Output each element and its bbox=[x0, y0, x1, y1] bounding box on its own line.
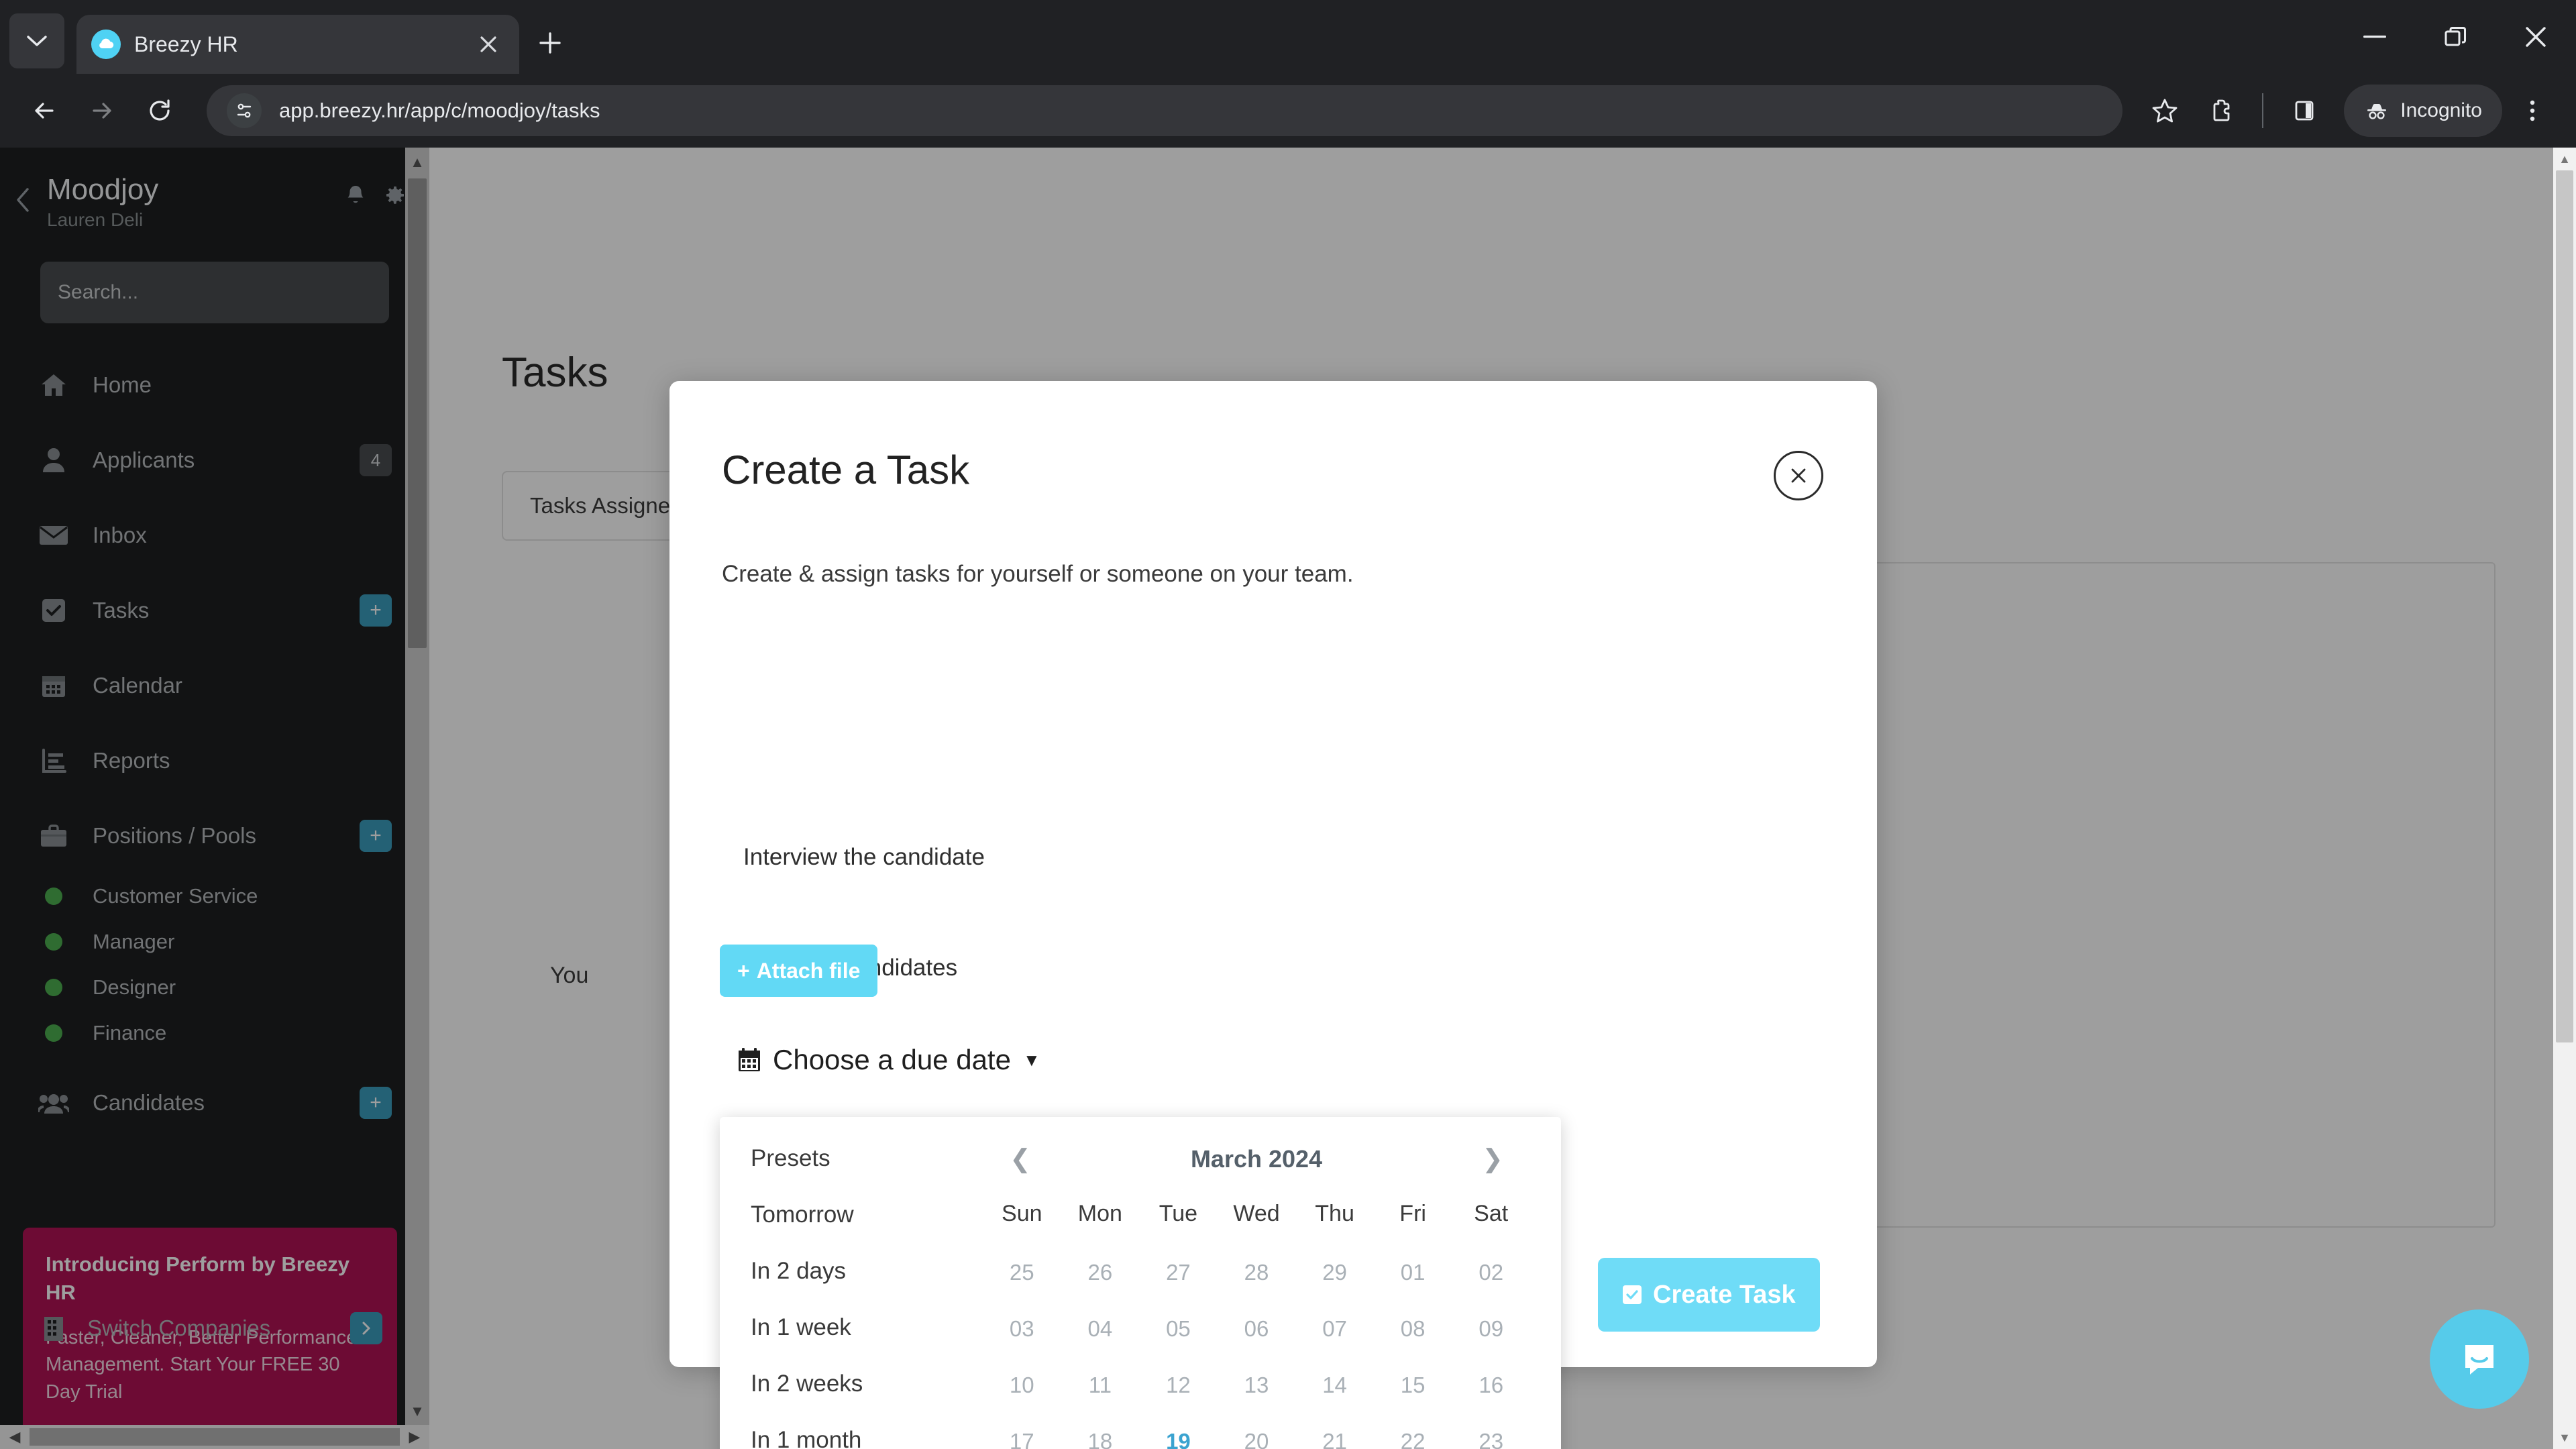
browser-tab[interactable]: Breezy HR bbox=[76, 15, 519, 74]
tab-title: Breezy HR bbox=[134, 32, 238, 56]
calendar-day[interactable]: 03 bbox=[983, 1301, 1061, 1357]
calendar-grid: Sun Mon Tue Wed Thu Fri Sat 25 26 27 28 29 01 02 03 04 0… bbox=[983, 1201, 1530, 1449]
address-bar[interactable]: app.breezy.hr/app/c/moodjoy/tasks bbox=[207, 85, 2123, 136]
star-icon[interactable] bbox=[2139, 85, 2191, 137]
modal-subtitle: Create & assign tasks for yourself or so… bbox=[722, 561, 1354, 587]
calendar-day-name: Thu bbox=[1315, 1201, 1354, 1226]
due-date-picker: Presets Tomorrow In 2 days In 1 week In … bbox=[720, 1117, 1561, 1449]
calendar-icon bbox=[738, 1047, 761, 1073]
calendar-panel: ❮ March 2024 ❯ Sun Mon Tue Wed Thu Fri Sat 25 26… bbox=[976, 1117, 1561, 1449]
date-presets-panel: Presets Tomorrow In 2 days In 1 week In … bbox=[720, 1117, 976, 1449]
scrollbar-thumb[interactable] bbox=[2556, 170, 2573, 1042]
attach-file-label: Attach file bbox=[756, 958, 861, 983]
calendar-day[interactable]: 12 bbox=[1139, 1357, 1218, 1413]
task-description-input[interactable]: Interview candidates bbox=[743, 955, 1803, 981]
window-controls bbox=[2334, 0, 2576, 74]
breezy-cloud-icon bbox=[91, 30, 121, 59]
calendar-day[interactable]: 26 bbox=[1061, 1244, 1140, 1301]
caret-down-icon: ▼ bbox=[1022, 1049, 1040, 1070]
calendar-day[interactable]: 13 bbox=[1218, 1357, 1296, 1413]
scroll-up-arrow-icon[interactable]: ▲ bbox=[2553, 148, 2576, 170]
calendar-day[interactable]: 25 bbox=[983, 1244, 1061, 1301]
calendar-day[interactable]: 11 bbox=[1061, 1357, 1140, 1413]
calendar-day[interactable]: 27 bbox=[1139, 1244, 1218, 1301]
close-circle-icon[interactable] bbox=[1774, 451, 1823, 500]
calendar-day[interactable]: 23 bbox=[1452, 1413, 1530, 1449]
preset-in-2-days[interactable]: In 2 days bbox=[751, 1258, 976, 1285]
calendar-day[interactable]: 07 bbox=[1295, 1301, 1374, 1357]
presets-title: Presets bbox=[751, 1145, 830, 1171]
side-panel-icon[interactable] bbox=[2278, 85, 2330, 137]
calendar-day[interactable]: 10 bbox=[983, 1357, 1061, 1413]
calendar-day[interactable]: 22 bbox=[1374, 1413, 1452, 1449]
next-month-button[interactable]: ❯ bbox=[1472, 1144, 1513, 1174]
calendar-day-name: Fri bbox=[1399, 1201, 1426, 1226]
preset-in-1-week[interactable]: In 1 week bbox=[751, 1314, 976, 1341]
calendar-day[interactable]: 18 bbox=[1061, 1413, 1140, 1449]
calendar-day[interactable]: 29 bbox=[1295, 1244, 1374, 1301]
calendar-day[interactable]: 15 bbox=[1374, 1357, 1452, 1413]
preset-in-1-month[interactable]: In 1 month bbox=[751, 1427, 976, 1449]
calendar-day[interactable]: 14 bbox=[1295, 1357, 1374, 1413]
browser-toolbar: app.breezy.hr/app/c/moodjoy/tasks Incogn… bbox=[0, 74, 2576, 148]
calendar-day[interactable]: 28 bbox=[1218, 1244, 1296, 1301]
close-icon[interactable] bbox=[2496, 0, 2576, 74]
calendar-header: ❮ March 2024 ❯ bbox=[983, 1144, 1530, 1174]
forward-arrow-icon[interactable] bbox=[75, 84, 129, 138]
intercom-chat-icon[interactable] bbox=[2430, 1309, 2529, 1409]
choose-due-date-button[interactable]: Choose a due date ▼ bbox=[738, 1040, 1040, 1080]
prev-month-button[interactable]: ❮ bbox=[1000, 1144, 1040, 1174]
preset-in-2-weeks[interactable]: In 2 weeks bbox=[751, 1371, 976, 1397]
calendar-day-name: Sun bbox=[1002, 1201, 1042, 1226]
new-tab-button[interactable] bbox=[529, 21, 572, 64]
reload-icon[interactable] bbox=[133, 84, 186, 138]
choose-due-date-label: Choose a due date bbox=[773, 1044, 1011, 1075]
calendar-day-name: Sat bbox=[1474, 1201, 1509, 1226]
incognito-indicator[interactable]: Incognito bbox=[2344, 85, 2502, 137]
tab-search-button[interactable] bbox=[9, 13, 64, 68]
calendar-day[interactable]: 05 bbox=[1139, 1301, 1218, 1357]
page-viewport: Tasks Tasks Assigned You Moodjoy Lauren … bbox=[0, 148, 2576, 1449]
incognito-label: Incognito bbox=[2400, 99, 2482, 121]
incognito-hat-icon bbox=[2364, 101, 2390, 120]
calendar-day-name: Tue bbox=[1159, 1201, 1198, 1226]
address-bar-url: app.breezy.hr/app/c/moodjoy/tasks bbox=[279, 99, 600, 122]
calendar-day[interactable]: 06 bbox=[1218, 1301, 1296, 1357]
calendar-day[interactable]: 09 bbox=[1452, 1301, 1530, 1357]
extensions-puzzle-icon[interactable] bbox=[2195, 85, 2247, 137]
calendar-day[interactable]: 16 bbox=[1452, 1357, 1530, 1413]
calendar-day[interactable]: 17 bbox=[983, 1413, 1061, 1449]
page-vertical-scrollbar[interactable]: ▲ ▼ bbox=[2553, 148, 2576, 1449]
page-settings-icon[interactable] bbox=[227, 93, 262, 128]
calendar-day-today[interactable]: 19 bbox=[1139, 1413, 1218, 1449]
three-dot-menu-icon[interactable] bbox=[2506, 85, 2559, 137]
calendar-day-name: Wed bbox=[1233, 1201, 1280, 1226]
modal-title: Create a Task bbox=[722, 447, 970, 492]
create-task-label: Create Task bbox=[1653, 1280, 1796, 1309]
preset-tomorrow[interactable]: Tomorrow bbox=[751, 1201, 976, 1228]
calendar-day[interactable]: 20 bbox=[1218, 1413, 1296, 1449]
calendar-day[interactable]: 21 bbox=[1295, 1413, 1374, 1449]
calendar-day-name: Mon bbox=[1077, 1201, 1122, 1226]
minimize-icon[interactable] bbox=[2334, 0, 2415, 74]
back-arrow-icon[interactable] bbox=[17, 84, 71, 138]
maximize-icon[interactable] bbox=[2415, 0, 2496, 74]
toolbar-divider bbox=[2262, 93, 2264, 128]
create-task-button[interactable]: Create Task bbox=[1598, 1258, 1820, 1332]
plus-icon: + bbox=[737, 958, 750, 983]
calendar-day[interactable]: 02 bbox=[1452, 1244, 1530, 1301]
scroll-down-arrow-icon[interactable]: ▼ bbox=[2553, 1426, 2576, 1449]
tab-strip: Breezy HR bbox=[0, 0, 2576, 74]
calendar-day[interactable]: 04 bbox=[1061, 1301, 1140, 1357]
attach-file-button[interactable]: + Attach file bbox=[720, 945, 878, 997]
task-title-input[interactable]: Interview the candidate bbox=[743, 844, 1803, 871]
calendar-day[interactable]: 01 bbox=[1374, 1244, 1452, 1301]
close-icon[interactable] bbox=[472, 28, 504, 60]
check-square-icon bbox=[1622, 1285, 1642, 1305]
calendar-month-label: March 2024 bbox=[1190, 1144, 1323, 1173]
browser-window: Breezy HR app.breezy.hr/app/c/moodjoy/ta… bbox=[0, 0, 2576, 1449]
calendar-day[interactable]: 08 bbox=[1374, 1301, 1452, 1357]
